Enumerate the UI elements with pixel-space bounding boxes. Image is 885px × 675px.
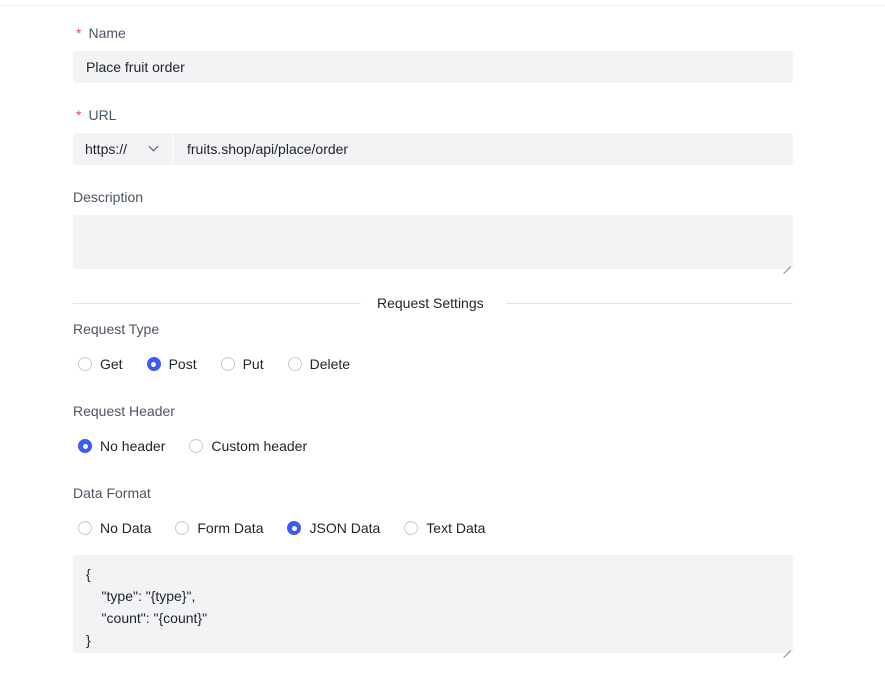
radio-label: Form Data — [197, 520, 264, 536]
resize-grip-icon[interactable] — [783, 259, 791, 267]
code-line: "count": "{count}" — [86, 610, 208, 626]
body-code: { "type": "{type}", "count": "{count}"} — [86, 563, 207, 651]
data-format-label: Data Format — [73, 485, 151, 501]
resize-grip-icon[interactable] — [783, 643, 791, 651]
request-type-radio-group: Get Post Put Delete — [78, 354, 374, 374]
code-line: { — [86, 566, 91, 582]
name-label: * Name — [73, 25, 126, 41]
radio-label: Get — [100, 356, 123, 372]
radio-delete[interactable]: Delete — [287, 354, 351, 374]
radio-label: JSON Data — [309, 520, 381, 536]
radio-circle-icon — [287, 521, 302, 535]
required-mark: * — [76, 25, 82, 41]
radio-custom-header[interactable]: Custom header — [189, 436, 307, 456]
data-format-radio-group: No Data Form Data JSON Data Text Data — [78, 518, 509, 538]
code-line: } — [86, 632, 91, 648]
url-label-text: URL — [88, 107, 117, 123]
protocol-value: https:// — [85, 141, 128, 157]
divider-line-left — [73, 303, 361, 304]
radio-post[interactable]: Post — [146, 354, 197, 374]
required-mark: * — [76, 107, 82, 123]
name-label-text: Name — [88, 25, 126, 41]
name-input[interactable]: Place fruit order — [73, 51, 793, 83]
radio-circle-icon — [175, 521, 190, 535]
section-title: Request Settings — [377, 295, 484, 311]
radio-label: Post — [168, 356, 197, 372]
radio-circle-icon — [78, 521, 92, 535]
radio-label: Custom header — [211, 438, 308, 454]
description-textarea[interactable] — [73, 215, 793, 269]
radio-circle-icon — [78, 439, 92, 453]
radio-label: Delete — [309, 356, 351, 372]
radio-circle-icon — [146, 357, 161, 371]
request-header-label: Request Header — [73, 403, 175, 419]
url-input-group: https:// fruits.shop/api/place/order — [73, 133, 793, 165]
body-textarea[interactable]: { "type": "{type}", "count": "{count}"} — [73, 555, 793, 653]
request-type-label: Request Type — [73, 321, 160, 337]
protocol-select[interactable]: https:// — [73, 133, 173, 165]
description-label: Description — [73, 189, 144, 205]
top-divider — [0, 5, 885, 6]
radio-get[interactable]: Get — [78, 354, 123, 374]
radio-circle-icon — [220, 357, 235, 371]
url-input[interactable]: fruits.shop/api/place/order — [174, 133, 793, 165]
radio-no-header[interactable]: No header — [78, 436, 165, 456]
radio-circle-icon — [287, 357, 302, 371]
radio-label: Text Data — [426, 520, 486, 536]
radio-circle-icon — [404, 521, 419, 535]
radio-circle-icon — [189, 439, 204, 453]
radio-label: No Data — [100, 520, 152, 536]
radio-text-data[interactable]: Text Data — [404, 518, 485, 538]
divider-line-right — [506, 303, 793, 304]
radio-label: No header — [100, 438, 166, 454]
section-divider: Request Settings — [73, 293, 793, 313]
code-line: "type": "{type}", — [86, 588, 196, 604]
chevron-down-icon — [148, 141, 159, 152]
radio-label: Put — [242, 356, 264, 372]
radio-put[interactable]: Put — [220, 354, 264, 374]
radio-json-data[interactable]: JSON Data — [287, 518, 380, 538]
request-header-radio-group: No header Custom header — [78, 436, 331, 456]
radio-form-data[interactable]: Form Data — [175, 518, 263, 538]
url-label: * URL — [73, 107, 116, 123]
radio-circle-icon — [78, 357, 92, 371]
radio-no-data[interactable]: No Data — [78, 518, 151, 538]
